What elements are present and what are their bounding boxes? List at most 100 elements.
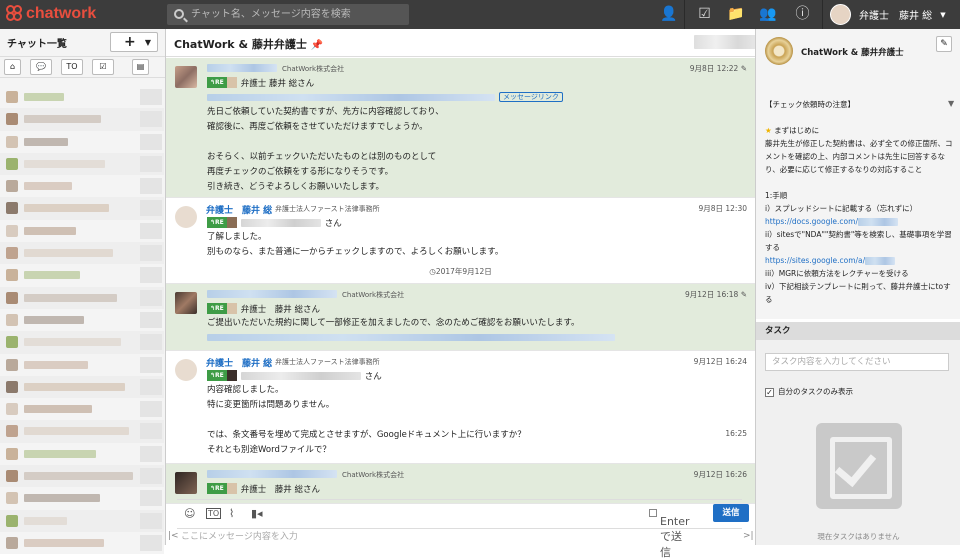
room-avatar [6,380,18,393]
room-badge-redacted [140,267,162,284]
room-list-item[interactable] [0,130,164,153]
group-filter-icon[interactable]: ▤ [132,59,149,75]
message-line: 引き続き、どうぞよろしくお願いいたします。 [207,182,385,192]
home-filter-icon[interactable]: ⌂ [4,59,21,75]
room-name-redacted [24,293,117,302]
message-input[interactable]: ここにメッセージ内容を入力 [177,528,742,545]
chevron-right-icon[interactable]: >| [743,531,754,541]
info-icon[interactable]: ⓘ [794,6,811,23]
time-text: 9月8日 12:22 [689,64,739,73]
reply-badge[interactable]: ↰RE 弁護士 藤井 総さん [207,77,314,89]
tasks-icon[interactable]: ☑ [696,6,713,23]
mention-filter-icon[interactable]: TO [61,59,83,75]
room-list-item[interactable] [0,264,164,287]
room-list-item[interactable] [0,442,164,466]
search-input[interactable]: チャット名、メッセージ内容を検索 [167,4,409,25]
app-name: chatwork [26,5,97,22]
desc-intro: 藤井先生が修正した契約書は、必ず全ての修正箇所、コメントを確認の上、内部コメント… [765,139,953,174]
room-list-item[interactable] [0,86,164,109]
desc-link[interactable]: https://docs.google.com/ [765,217,858,226]
room-list-item[interactable] [0,465,164,488]
room-list-item[interactable] [0,108,164,131]
room-list-item[interactable] [0,197,164,220]
avatar [175,359,197,381]
room-list-item[interactable] [0,531,164,555]
sender-org: 弁護士法人ファースト法律事務所 [275,205,380,213]
room-list-item[interactable] [0,353,164,376]
mention-icon[interactable]: TO [206,508,222,519]
desc-step: iv）下記相談テンプレートに則って、藤井弁護士にtoする [765,282,951,304]
own-tasks-checkbox[interactable]: ✓ 自分のタスクのみ表示 [765,386,853,397]
avatar [226,303,237,314]
message-line: それとも別途Wordファイルで？ [207,445,331,455]
room-name-redacted [24,204,109,213]
send-button[interactable]: 送信 [713,504,749,522]
enter-to-send-checkbox[interactable]: Enterで送信 [649,508,690,559]
task-filter-icon[interactable]: ☑ [92,59,114,75]
room-list-item[interactable] [0,509,164,532]
video-icon[interactable]: ▮◂ [251,507,263,520]
room-name-redacted [24,360,88,369]
message-link[interactable]: メッセージリンク [499,92,563,102]
room-list-item[interactable] [0,375,164,399]
room-list-item[interactable] [0,420,164,443]
edit-icon[interactable]: ✎ [741,290,747,299]
attach-icon[interactable]: ⌇ [229,507,234,520]
reply-badge[interactable]: ↰RE さん [207,217,342,229]
emoji-icon[interactable]: ☺ [184,507,195,520]
room-list-item[interactable] [0,286,164,309]
add-contact-icon[interactable]: 👥 [759,6,776,23]
room-name-redacted [24,159,105,168]
chat-filter-icon[interactable]: 💬 [30,59,52,75]
message-item[interactable]: 弁護士 藤井 総 弁護士法人ファースト法律事務所 9月12日 16:24 ↰RE… [166,351,755,464]
desc-link[interactable]: https://sites.google.com/a/ [765,256,865,265]
room-list-item[interactable] [0,242,164,265]
room-list-item[interactable] [0,152,164,176]
avatar [175,206,197,228]
contacts-icon[interactable]: 👤 [660,6,677,23]
reply-icon: ↰RE [207,303,227,314]
user-name: 弁護士 藤井 総 [859,11,933,22]
avatar [226,483,237,494]
edit-icon[interactable]: ✎ [741,64,747,73]
reply-target: 弁護士 藤井 総さん [240,484,320,495]
room-list-item[interactable] [0,175,164,198]
sender-name[interactable]: 弁護士 藤井 総 [206,356,272,369]
edit-icon[interactable]: ✎ [936,36,952,52]
room-badge-redacted [140,512,162,529]
room-list-item[interactable] [0,487,164,510]
add-chat-button[interactable]: + ▼ [110,32,158,52]
room-list-item[interactable] [0,308,164,332]
chevron-left-icon[interactable]: |< [168,531,179,541]
message-item[interactable]: ChatWork株式会社 9月12日 16:18 ✎ ↰RE 弁護士 藤井 総さん… [166,284,755,351]
divider [822,0,823,29]
user-menu[interactable]: 弁護士 藤井 総 ▼ [830,4,946,25]
message-item[interactable]: 弁護士 藤井 総 弁護士法人ファースト法律事務所 9月8日 12:30 ↰RE さ… [166,198,755,284]
composer: ☺ TO ⌇ ▮◂ Enterで送信 送信 ここにメッセージ内容を入力 |< >… [166,499,755,559]
message-timeline[interactable]: ChatWork株式会社 9月8日 12:22 ✎ ↰RE 弁護士 藤井 総さん … [166,58,755,528]
message-item[interactable]: ChatWork株式会社 9月12日 16:26 ↰RE 弁護士 藤井 総さん [166,464,755,504]
room-avatar [6,135,18,148]
room-list-item[interactable] [0,331,164,354]
pin-icon[interactable]: 📌 [311,40,323,51]
task-header: タスク [756,322,960,340]
room-name-redacted [24,338,121,347]
chat-main: ChatWork & 藤井弁護士📌 + ▬▼ ⚙▼ ChatWork株式会社 9… [166,29,958,559]
room-badge-redacted [140,378,162,395]
room-name-redacted [24,494,100,503]
room-list-item[interactable] [0,398,164,421]
reply-badge[interactable]: ↰RE 弁護士 藤井 総さん [207,303,320,315]
task-input[interactable]: タスク内容を入力してください [765,353,949,371]
reply-badge[interactable]: ↰RE さん [207,370,382,382]
reply-badge[interactable]: ↰RE 弁護士 藤井 総さん [207,483,320,495]
message-item[interactable]: ChatWork株式会社 9月8日 12:22 ✎ ↰RE 弁護士 藤井 総さん … [166,58,755,198]
sender-org: ChatWork株式会社 [342,471,405,479]
files-icon[interactable]: 📁 [727,6,744,23]
empty-tasks-icon [816,423,902,509]
message-time: 9月8日 12:30 [698,204,747,213]
app-logo[interactable]: chatwork [6,5,96,23]
room-list-item[interactable] [0,219,164,243]
sender-name[interactable]: 弁護士 藤井 総 [206,203,272,216]
room-badge-redacted [140,89,162,105]
desc-step: ii）sitesで"NDA""契約書"等を検索し、基礎事項を学習する [765,230,952,252]
